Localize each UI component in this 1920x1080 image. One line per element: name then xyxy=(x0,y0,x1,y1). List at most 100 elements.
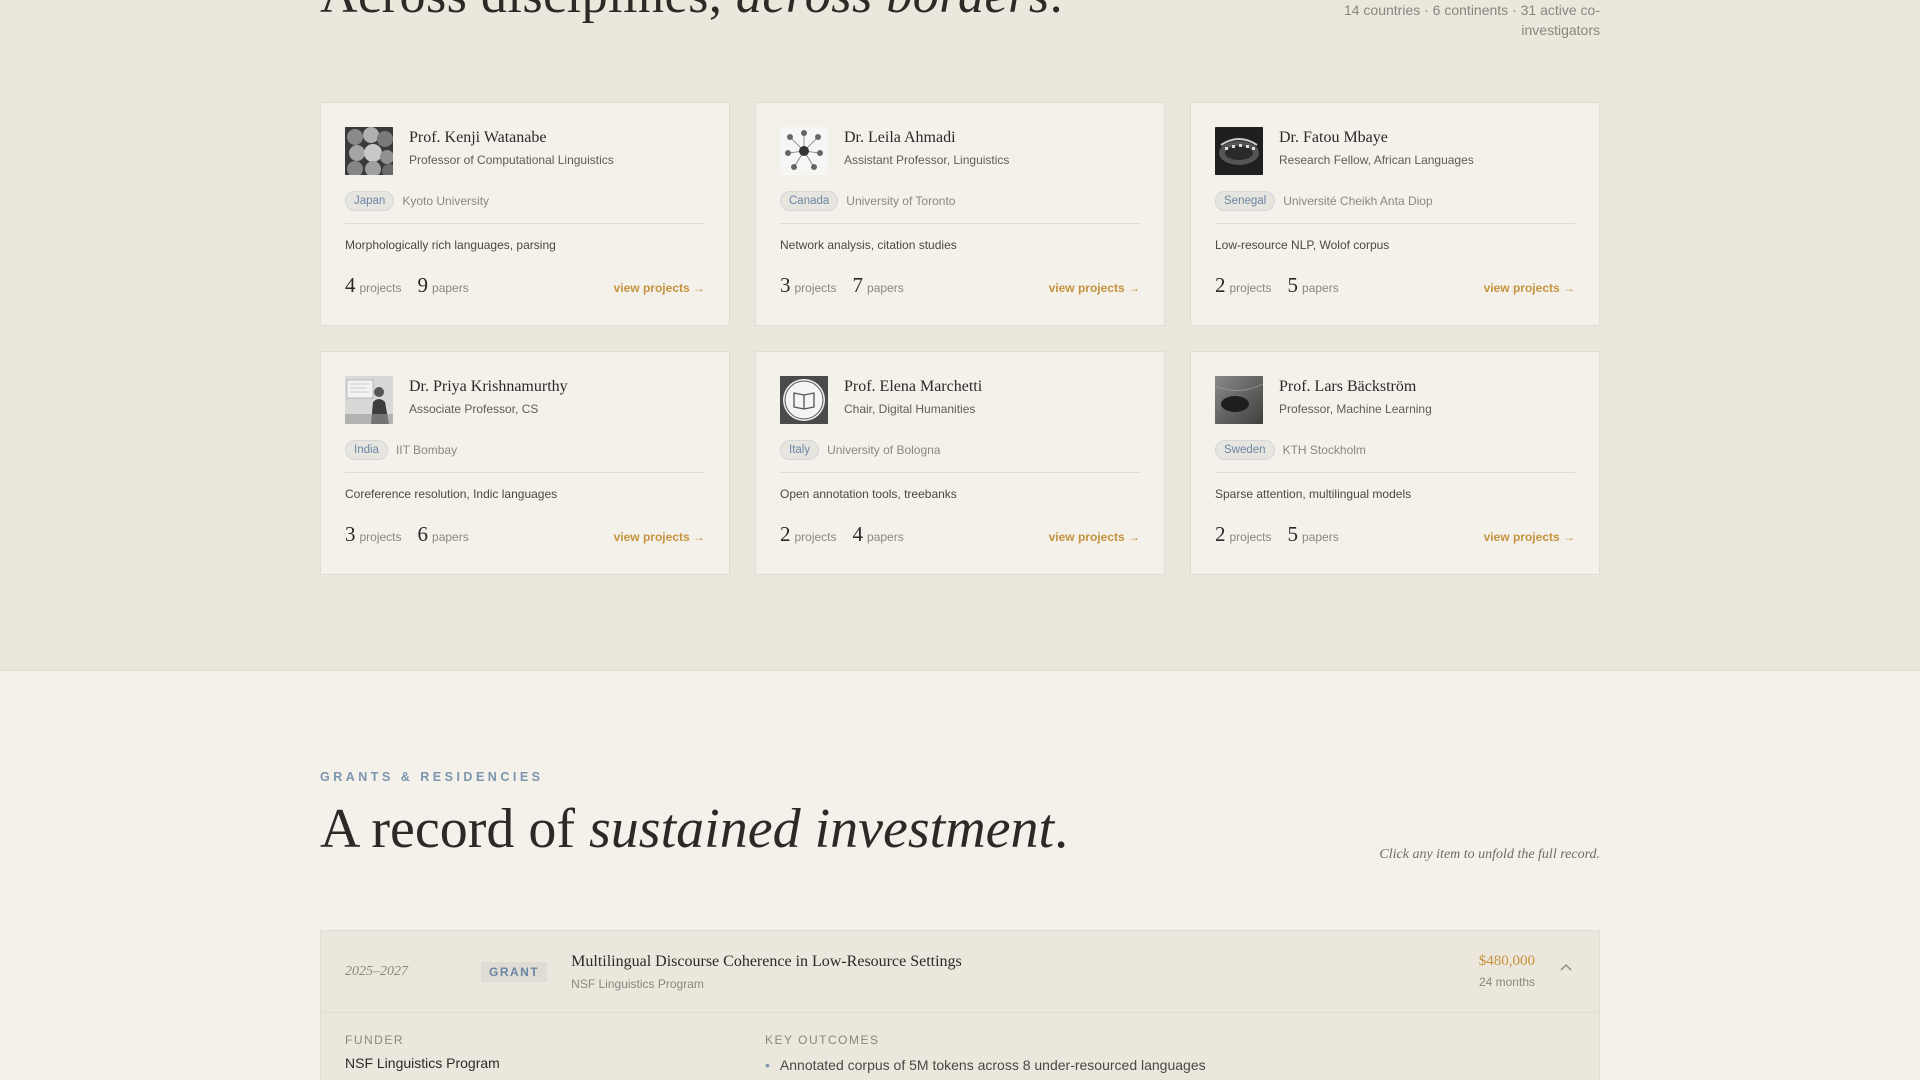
papers-label: papers xyxy=(1302,530,1339,544)
grants-title-end: . xyxy=(1054,798,1069,860)
papers-label: papers xyxy=(432,530,469,544)
investigator-name: Prof. Elena Marchetti xyxy=(844,378,983,395)
grants-title-plain: A record of xyxy=(320,798,590,860)
country-tag: Senegal xyxy=(1215,191,1276,211)
institution: University of Bologna xyxy=(827,443,941,457)
grants-section: GRANTS & RESIDENCIES A record of sustain… xyxy=(0,670,1920,1080)
projects-count: 4 xyxy=(345,273,356,297)
papers-count: 7 xyxy=(852,273,864,297)
view-projects-link[interactable]: view projects → xyxy=(1484,530,1575,544)
section-title-end: . xyxy=(1050,0,1064,24)
projects-label: projects xyxy=(359,281,402,295)
grant-title: Multilingual Discourse Coherence in Low-… xyxy=(571,952,962,970)
investigator-card: Prof. Elena Marchetti Chair, Digital Hum… xyxy=(755,351,1165,575)
section-title: Across disciplines, across borders. xyxy=(320,0,1063,25)
institution: IIT Bombay xyxy=(395,443,458,457)
papers-count: 9 xyxy=(417,273,429,297)
projects-label: projects xyxy=(794,281,837,295)
papers-count: 5 xyxy=(1287,273,1299,297)
view-projects-link[interactable]: view projects → xyxy=(1049,530,1140,544)
avatar xyxy=(780,127,828,175)
investigator-name: Dr. Fatou Mbaye xyxy=(1279,129,1388,146)
bullet-icon: • xyxy=(765,1057,770,1073)
investigator-card: Prof. Kenji Watanabe Professor of Comput… xyxy=(320,102,730,326)
country-tag: Canada xyxy=(780,191,839,211)
investigator-name: Dr. Priya Krishnamurthy xyxy=(409,378,568,395)
papers-label: papers xyxy=(867,281,904,295)
institution: Université Cheikh Anta Diop xyxy=(1283,194,1433,208)
papers-label: papers xyxy=(1302,281,1339,295)
research-focus: Low-resource NLP, Wolof corpus xyxy=(1215,238,1390,252)
institution: KTH Stockholm xyxy=(1282,443,1366,457)
projects-label: projects xyxy=(1229,281,1272,295)
projects-count: 3 xyxy=(345,522,356,546)
research-focus: Open annotation tools, treebanks xyxy=(780,487,957,501)
avatar xyxy=(345,376,393,424)
avatar xyxy=(780,376,828,424)
divider xyxy=(780,472,1140,473)
papers-label: papers xyxy=(867,530,904,544)
outcome-item: • Annotated corpus of 5M tokens across 8 … xyxy=(765,1057,1206,1073)
investigator-role: Assistant Professor, Linguistics xyxy=(844,153,1010,167)
papers-count: 5 xyxy=(1287,522,1299,546)
projects-label: projects xyxy=(359,530,402,544)
projects-count: 2 xyxy=(1215,522,1226,546)
investigator-grid: Prof. Kenji Watanabe Professor of Comput… xyxy=(320,102,1600,575)
country-tag: Sweden xyxy=(1215,440,1275,460)
investigator-name: Prof. Kenji Watanabe xyxy=(409,129,547,146)
research-focus: Coreference resolution, Indic languages xyxy=(345,487,558,501)
funder-label: FUNDER xyxy=(345,1033,404,1047)
country-tag: Japan xyxy=(345,191,395,211)
projects-label: projects xyxy=(1229,530,1272,544)
country-tag: Italy xyxy=(780,440,820,460)
grant-header[interactable]: 2025–2027 GRANT Multilingual Discourse C… xyxy=(321,931,1599,1013)
grant-type-badge: GRANT xyxy=(481,961,548,982)
funder-value: NSF Linguistics Program xyxy=(345,1055,500,1071)
papers-count: 6 xyxy=(417,522,429,546)
grant-item: 2025–2027 GRANT Multilingual Discourse C… xyxy=(320,930,1600,1080)
research-focus: Sparse attention, multilingual models xyxy=(1215,487,1412,501)
investigator-role: Professor, Machine Learning xyxy=(1279,402,1432,416)
projects-label: projects xyxy=(794,530,837,544)
divider xyxy=(1215,223,1575,224)
avatar xyxy=(1215,376,1263,424)
view-projects-link[interactable]: view projects → xyxy=(1484,281,1575,295)
grant-program: NSF Linguistics Program xyxy=(571,976,704,991)
view-projects-link[interactable]: view projects → xyxy=(1049,281,1140,295)
grants-title-emphasis: sustained investment xyxy=(589,798,1055,860)
grants-title: A record of sustained investment. xyxy=(320,797,1068,861)
country-tag: India xyxy=(345,440,388,460)
projects-count: 3 xyxy=(780,273,791,297)
projects-count: 2 xyxy=(1215,273,1226,297)
investigator-card: Dr. Priya Krishnamurthy Associate Profes… xyxy=(320,351,730,575)
investigator-name: Dr. Leila Ahmadi xyxy=(844,129,956,146)
investigator-name: Prof. Lars Bäckström xyxy=(1279,378,1417,395)
research-focus: Morphologically rich languages, parsing xyxy=(345,238,556,252)
investigator-role: Professor of Computational Linguistics xyxy=(409,153,614,167)
grant-details: FUNDER NSF Linguistics Program KEY OUTCO… xyxy=(321,1013,1599,1080)
grant-duration: 24 months xyxy=(1478,975,1535,989)
investigator-card: Dr. Leila Ahmadi Assistant Professor, Li… xyxy=(755,102,1165,326)
chevron-up-icon[interactable] xyxy=(1557,959,1575,977)
projects-count: 2 xyxy=(780,522,791,546)
section-title-emphasis: across borders xyxy=(736,0,1050,24)
divider xyxy=(780,223,1140,224)
institution: Kyoto University xyxy=(402,194,490,208)
papers-count: 4 xyxy=(852,522,864,546)
investigator-role: Research Fellow, African Languages xyxy=(1279,153,1474,167)
view-projects-link[interactable]: view projects → xyxy=(614,281,705,295)
grant-dates: 2025–2027 xyxy=(345,963,408,979)
collaborator-stats: 14 countries · 6 continents · 31 active … xyxy=(1343,2,1600,38)
investigator-card: Prof. Lars Bäckström Professor, Machine … xyxy=(1190,351,1600,575)
view-projects-link[interactable]: view projects → xyxy=(614,530,705,544)
papers-label: papers xyxy=(432,281,469,295)
outcome-text: Annotated corpus of 5M tokens across 8 u… xyxy=(779,1057,1206,1073)
unfold-hint: Click any item to unfold the full record… xyxy=(1379,847,1600,862)
research-focus: Network analysis, citation studies xyxy=(780,238,957,252)
investigator-role: Chair, Digital Humanities xyxy=(844,402,976,416)
divider xyxy=(1215,472,1575,473)
avatar xyxy=(1215,127,1263,175)
section-eyebrow: GRANTS & RESIDENCIES xyxy=(320,770,544,784)
section-title-plain: Across disciplines, xyxy=(320,0,736,24)
investigator-card: Dr. Fatou Mbaye Research Fellow, African… xyxy=(1190,102,1600,326)
